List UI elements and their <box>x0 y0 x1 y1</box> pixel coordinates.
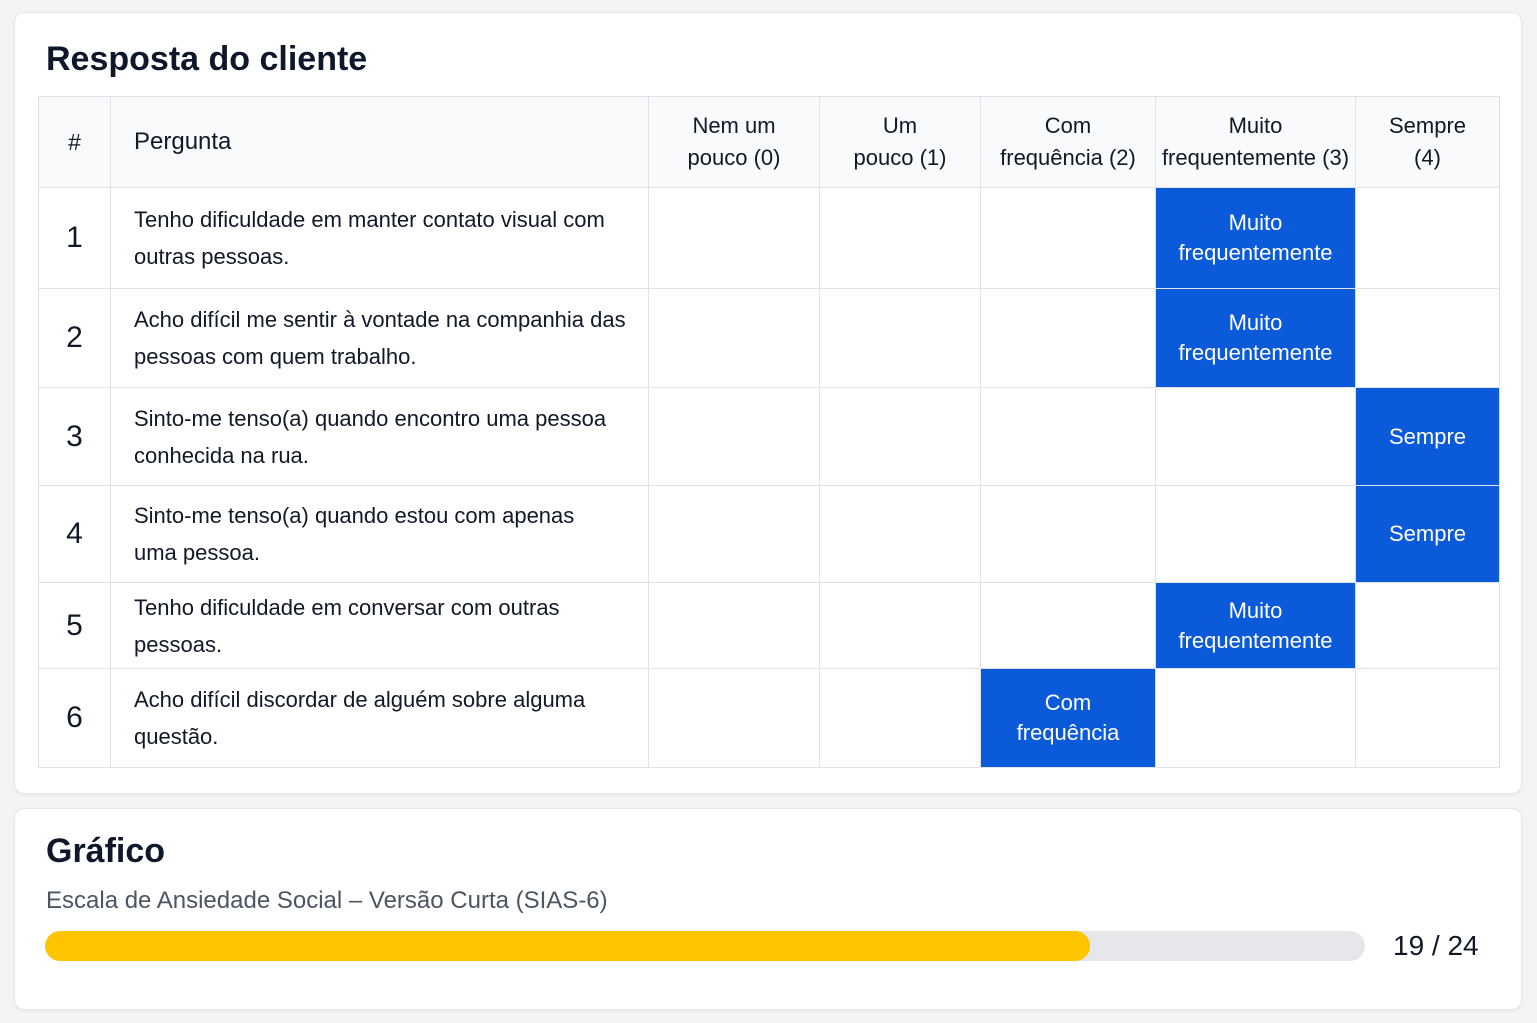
question-cell: Acho difícil me sentir à vontade na comp… <box>110 288 649 388</box>
response-card-title: Resposta do cliente <box>46 40 368 78</box>
answer-label: frequentemente <box>1178 340 1333 365</box>
question-text-line: Acho difícil me sentir à vontade na comp… <box>134 307 626 332</box>
answer-cell[interactable] <box>819 582 981 669</box>
answer-cell[interactable] <box>648 387 820 486</box>
header-option-4-line1: Sempre <box>1388 113 1467 138</box>
answer-cell[interactable] <box>980 288 1156 388</box>
answer-cell-selected[interactable]: Muito frequentemente <box>1155 187 1356 289</box>
row-number: 5 <box>38 582 111 669</box>
question-text-line: questão. <box>134 724 219 749</box>
header-option-1-line1: Um <box>882 113 918 138</box>
table-row: 3 Sinto-me tenso(a) quando encontro uma p… <box>38 387 1500 486</box>
table-row: 1 Tenho dificuldade em manter contato vis… <box>38 187 1500 289</box>
client-response-card: Resposta do cliente # Pergunta Nem um pou… <box>14 12 1522 794</box>
question-text-line: Acho difícil discordar de alguém sobre a… <box>134 687 586 712</box>
question-text-line: pessoas com quem trabalho. <box>134 344 417 369</box>
header-option-3: Muito frequentemente (3) <box>1155 96 1356 188</box>
question-cell: Tenho dificuldade em conversar com outra… <box>110 582 649 669</box>
row-number: 4 <box>38 485 111 583</box>
header-option-1-line2: pouco (1) <box>853 145 947 170</box>
answer-cell[interactable] <box>819 668 981 768</box>
row-number: 6 <box>38 668 111 768</box>
table-row: 6 Acho difícil discordar de alguém sobre … <box>38 668 1500 768</box>
header-option-2: Com frequência (2) <box>980 96 1156 188</box>
header-option-2-line2: frequência (2) <box>1000 145 1136 170</box>
header-option-4: Sempre (4) <box>1355 96 1500 188</box>
answer-cell[interactable] <box>1355 668 1500 768</box>
scale-name: Escala de Ansiedade Social – Versão Curt… <box>46 887 608 914</box>
answer-cell[interactable] <box>648 288 820 388</box>
answer-cell[interactable] <box>980 387 1156 486</box>
score-progress-fill <box>45 931 1091 961</box>
answer-cell[interactable] <box>819 187 981 289</box>
answer-cell[interactable] <box>980 485 1156 583</box>
answer-cell[interactable] <box>980 187 1156 289</box>
answer-cell[interactable] <box>1155 668 1356 768</box>
header-option-1: Um pouco (1) <box>819 96 981 188</box>
header-option-0: Nem um pouco (0) <box>648 96 820 188</box>
answer-cell[interactable] <box>1155 485 1356 583</box>
table-header-row: # Pergunta Nem um pouco (0) Um pouco (1) C… <box>38 96 1500 188</box>
answer-cell-selected[interactable]: Muito frequentemente <box>1155 288 1356 388</box>
question-cell: Acho difícil discordar de alguém sobre a… <box>110 668 649 768</box>
question-text-line: outras pessoas. <box>134 244 290 269</box>
answer-cell[interactable] <box>1155 387 1356 486</box>
header-option-3-line1: Muito <box>1228 113 1283 138</box>
answer-cell[interactable] <box>1355 187 1500 289</box>
question-cell: Sinto-me tenso(a) quando estou com apena… <box>110 485 649 583</box>
response-table: # Pergunta Nem um pouco (0) Um pouco (1) C… <box>38 96 1500 768</box>
answer-cell[interactable] <box>980 582 1156 669</box>
answer-label: Sempre <box>1388 423 1467 449</box>
question-text-line: Sinto-me tenso(a) quando estou com apena… <box>134 503 575 528</box>
header-question: Pergunta <box>110 96 649 188</box>
answer-cell[interactable] <box>648 668 820 768</box>
answer-label: frequentemente <box>1178 627 1333 653</box>
answer-cell[interactable] <box>648 485 820 583</box>
header-option-2-line1: Com <box>1044 113 1092 138</box>
table-row: 2 Acho difícil me sentir à vontade na com… <box>38 288 1500 388</box>
table-row: 4 Sinto-me tenso(a) quando estou com apen… <box>38 485 1500 583</box>
question-text-line: Tenho dificuldade em manter contato visu… <box>134 207 605 232</box>
question-cell: Sinto-me tenso(a) quando encontro uma pe… <box>110 387 649 486</box>
chart-card: Gráfico Escala de Ansiedade Social – Ver… <box>14 808 1522 1010</box>
header-option-3-line2: frequentemente (3) <box>1161 145 1350 170</box>
header-option-0-line2: pouco (0) <box>687 145 781 170</box>
answer-label: Muito <box>1228 210 1283 235</box>
chart-card-title: Gráfico <box>46 832 166 870</box>
score-value: 19 / 24 <box>1393 930 1479 961</box>
answer-cell-selected[interactable]: Muito frequentemente <box>1155 582 1356 669</box>
question-cell: Tenho dificuldade em manter contato visu… <box>110 187 649 289</box>
question-text-line: Sinto-me tenso(a) quando encontro uma pe… <box>134 405 607 431</box>
answer-cell[interactable] <box>819 485 981 583</box>
answer-label: Muito <box>1228 597 1283 623</box>
answer-label: Sempre <box>1388 521 1467 546</box>
table-row: 5 Tenho dificuldade em conversar com outr… <box>38 582 1500 669</box>
row-number: 1 <box>38 187 111 289</box>
answer-label: Com <box>1044 690 1092 715</box>
answer-label: frequentemente <box>1178 240 1333 265</box>
question-text-line: conhecida na rua. <box>134 442 309 468</box>
answer-cell-selected[interactable]: Com frequência <box>980 668 1156 768</box>
answer-cell[interactable] <box>1355 288 1500 388</box>
answer-label: Muito <box>1228 310 1283 335</box>
header-number: # <box>38 96 111 188</box>
answer-cell[interactable] <box>819 387 981 486</box>
answer-cell[interactable] <box>648 582 820 669</box>
response-table-body: 1 Tenho dificuldade em manter contato vis… <box>38 187 1500 768</box>
answer-cell[interactable] <box>1355 582 1500 669</box>
header-option-0-line1: Nem um <box>692 113 776 138</box>
header-option-4-line2: (4) <box>1414 145 1441 170</box>
row-number: 2 <box>38 288 111 388</box>
answer-label: frequência <box>1016 720 1120 745</box>
answer-cell[interactable] <box>648 187 820 289</box>
score-progress-track <box>45 931 1365 961</box>
answer-cell[interactable] <box>819 288 981 388</box>
question-text-line: uma pessoa. <box>134 540 260 565</box>
question-text-line: Tenho dificuldade em conversar com outra… <box>134 594 560 657</box>
answer-cell-selected[interactable]: Sempre <box>1355 387 1500 486</box>
answer-cell-selected[interactable]: Sempre <box>1355 485 1500 583</box>
row-number: 3 <box>38 387 111 486</box>
